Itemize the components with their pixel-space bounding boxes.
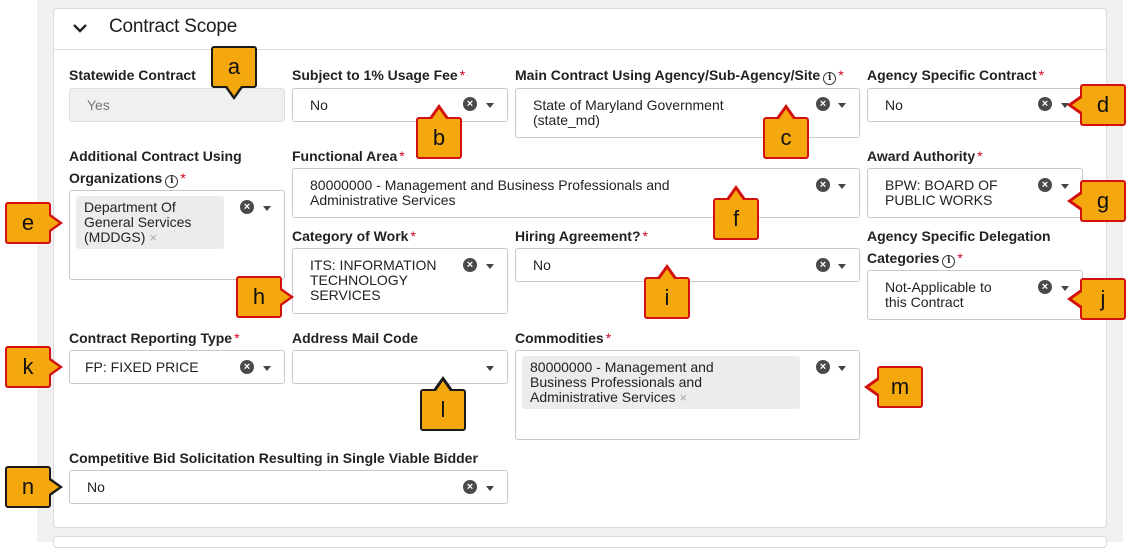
hiring-agreement-value: No [533, 257, 551, 273]
caret-down-icon[interactable] [486, 264, 494, 269]
mail-code-select[interactable] [292, 350, 508, 384]
clear-icon[interactable]: × [463, 480, 477, 494]
usage-fee-value: No [310, 97, 328, 113]
chevron-down-icon[interactable] [71, 19, 89, 37]
callout-label: l [420, 389, 466, 431]
clear-icon[interactable]: × [1038, 97, 1052, 111]
category-work-value-1: ITS: INFORMATION [310, 257, 437, 273]
info-icon[interactable]: i [823, 72, 837, 85]
delegation-label: Agency Specific Delegation [867, 228, 1051, 244]
functional-area-select[interactable]: 80000000 - Management and Business Profe… [292, 168, 860, 218]
main-agency-value-2: (state_md) [533, 112, 600, 128]
callout-label: m [877, 366, 923, 408]
statewide-label: Statewide Contract [69, 67, 196, 83]
clear-icon[interactable]: × [1038, 280, 1052, 294]
award-authority-select[interactable]: BPW: BOARD OF PUBLIC WORKS × [867, 168, 1083, 218]
delegation-select[interactable]: Not-Applicable to this Contract × [867, 270, 1083, 320]
callout-label: a [211, 46, 257, 88]
callout-label: g [1080, 180, 1126, 222]
clear-icon[interactable]: × [463, 97, 477, 111]
callout-label: h [236, 276, 282, 318]
usage-fee-label: Subject to 1% Usage Fee * [292, 67, 466, 83]
usage-fee-select[interactable]: No × [292, 88, 508, 122]
section-title[interactable]: Contract Scope [109, 16, 237, 38]
single-bidder-label: Competitive Bid Solicitation Resulting i… [69, 450, 478, 466]
callout-label: f [713, 198, 759, 240]
org-chip-line: General Services [84, 214, 192, 230]
caret-down-icon[interactable] [486, 366, 494, 371]
category-work-value-2: TECHNOLOGY [310, 272, 409, 288]
functional-area-label: Functional Area * [292, 148, 405, 164]
reporting-type-value: FP: FIXED PRICE [85, 359, 199, 375]
hiring-agreement-label: Hiring Agreement? * [515, 228, 648, 244]
mail-code-label: Address Mail Code [292, 330, 419, 346]
commodities-multiselect[interactable]: 80000000 - Management and Business Profe… [515, 350, 860, 440]
caret-down-icon[interactable] [263, 366, 271, 371]
org-chip: Department Of General Services (MDDGS) × [76, 196, 224, 249]
commodity-chip-line: 80000000 - Management and [530, 359, 714, 375]
award-authority-value-1: BPW: BOARD OF [885, 177, 998, 193]
caret-down-icon[interactable] [1061, 184, 1069, 189]
agency-specific-value: No [885, 97, 903, 113]
award-authority-label: Award Authority * [867, 148, 983, 164]
delegation-value-2: this Contract [885, 294, 964, 310]
info-icon[interactable]: i [165, 175, 179, 188]
caret-down-icon[interactable] [486, 486, 494, 491]
next-panel [53, 536, 1107, 548]
additional-orgs-label-2: Organizations i * [69, 170, 186, 188]
caret-down-icon[interactable] [263, 206, 271, 211]
commodity-chip: 80000000 - Management and Business Profe… [522, 356, 800, 409]
reporting-type-select[interactable]: FP: FIXED PRICE × [69, 350, 285, 384]
delegation-label-2: Categories i * [867, 250, 963, 268]
award-authority-value-2: PUBLIC WORKS [885, 192, 993, 208]
category-work-label: Category of Work * [292, 228, 416, 244]
caret-down-icon[interactable] [838, 264, 846, 269]
caret-down-icon[interactable] [486, 103, 494, 108]
functional-area-value-1: 80000000 - Management and Business Profe… [310, 177, 670, 193]
callout-label: b [416, 117, 462, 159]
caret-down-icon[interactable] [838, 103, 846, 108]
main-agency-value-1: State of Maryland Government [533, 97, 724, 113]
clear-icon[interactable]: × [240, 200, 254, 214]
info-icon[interactable]: i [942, 255, 956, 268]
single-bidder-select[interactable]: No × [69, 470, 508, 504]
callout-label: j [1080, 278, 1126, 320]
clear-icon[interactable]: × [816, 178, 830, 192]
clear-icon[interactable]: × [240, 360, 254, 374]
remove-chip-icon[interactable]: × [680, 390, 688, 405]
org-chip-line: (MDDGS) × [84, 229, 158, 246]
single-bidder-value: No [87, 479, 105, 495]
additional-orgs-label: Additional Contract Using [69, 148, 242, 164]
clear-icon[interactable]: × [463, 258, 477, 272]
org-chip-line: Department Of [84, 199, 176, 215]
reporting-type-label: Contract Reporting Type * [69, 330, 240, 346]
caret-down-icon[interactable] [838, 366, 846, 371]
clear-icon[interactable]: × [816, 360, 830, 374]
commodities-label: Commodities * [515, 330, 612, 346]
callout-label: n [5, 466, 51, 508]
functional-area-value-2: Administrative Services [310, 192, 456, 208]
additional-orgs-multiselect[interactable]: Department Of General Services (MDDGS) × … [69, 190, 285, 280]
callout-label: i [644, 277, 690, 319]
caret-down-icon[interactable] [838, 184, 846, 189]
callout-label: k [5, 346, 51, 388]
statewide-field: Yes [69, 88, 285, 122]
callout-label: e [5, 202, 51, 244]
main-agency-label: Main Contract Using Agency/Sub-Agency/Si… [515, 67, 844, 85]
agency-specific-label: Agency Specific Contract * [867, 67, 1045, 83]
callout-label: d [1080, 84, 1126, 126]
category-work-select[interactable]: ITS: INFORMATION TECHNOLOGY SERVICES × [292, 248, 508, 314]
clear-icon[interactable]: × [816, 258, 830, 272]
clear-icon[interactable]: × [1038, 178, 1052, 192]
callout-label: c [763, 117, 809, 159]
delegation-value-1: Not-Applicable to [885, 279, 992, 295]
commodity-chip-line: Administrative Services × [530, 389, 688, 406]
agency-specific-select[interactable]: No × [867, 88, 1083, 122]
remove-chip-icon[interactable]: × [149, 230, 157, 245]
commodity-chip-line: Business Professionals and [530, 374, 702, 390]
clear-icon[interactable]: × [816, 97, 830, 111]
category-work-value-3: SERVICES [310, 287, 381, 303]
statewide-value: Yes [87, 97, 110, 113]
